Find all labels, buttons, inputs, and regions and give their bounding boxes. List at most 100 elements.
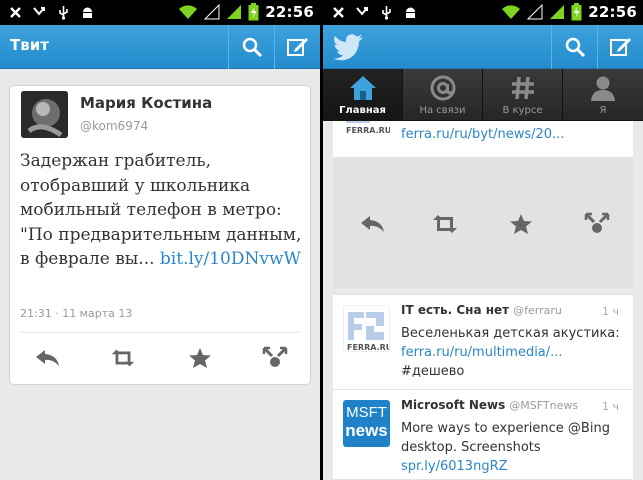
timeline-tweet[interactable]: FERRA.RU IT есть. Сна нет @ferraru 1 ч Ве… [333, 294, 633, 390]
tweet-hashtag[interactable]: #дешево [401, 362, 629, 381]
tab-label: Я [599, 105, 607, 116]
retweet-button[interactable] [430, 210, 460, 238]
share-icon [262, 346, 288, 367]
person-icon [591, 76, 615, 101]
reply-button[interactable] [34, 344, 62, 372]
usb-icon [59, 6, 68, 20]
tab-label: Главная [339, 105, 386, 116]
twitter-logo[interactable] [333, 33, 365, 65]
tab-home[interactable]: Главная [323, 69, 403, 121]
reply-button[interactable] [359, 210, 387, 238]
author-handle: @ferraru [513, 304, 562, 317]
close-notification-icon [333, 7, 344, 18]
twitter-bird-icon [333, 34, 363, 61]
tweet-detail-card: Мария Костина @kom6974 Задержан грабител… [9, 85, 311, 385]
tweet-time: 1 ч [602, 400, 619, 413]
tweet-author[interactable]: IT есть. Сна нет @ferraru [401, 303, 562, 317]
ferra-avatar[interactable]: FERRA.RU [343, 305, 390, 352]
home-icon [349, 76, 376, 100]
retweet-button[interactable] [109, 344, 137, 372]
tweet-body: More ways to experience @Bing desktop. S… [401, 421, 610, 455]
share-button[interactable] [261, 344, 289, 372]
ferra-logo-icon: FERRA.RU [344, 306, 390, 352]
clock: 22:56 [588, 3, 637, 21]
tweet-link[interactable]: spr.ly/6013ngRZ [401, 457, 629, 476]
wifi-icon [502, 5, 521, 19]
reply-icon [361, 216, 384, 232]
search-button[interactable] [551, 25, 597, 69]
screen-title: Твит [10, 36, 49, 54]
tweet-text: ferra.ru/ru/byt/news/20... [401, 125, 629, 144]
signal-icon [550, 5, 565, 19]
tab-discover[interactable]: В курсе [483, 69, 563, 121]
tab-label: На связи [419, 105, 466, 116]
author-name[interactable]: Мария Костина [80, 94, 212, 112]
android-debug-icon [406, 7, 415, 18]
msft-avatar-line2: news [345, 421, 388, 440]
missed-call-icon [33, 7, 45, 16]
favorite-button[interactable] [186, 344, 214, 372]
share-button[interactable] [583, 210, 611, 238]
signal-icon [227, 5, 242, 19]
action-bar: Твит [0, 25, 320, 69]
signal-empty-icon [527, 4, 543, 20]
star-icon [510, 214, 532, 234]
author-handle[interactable]: @kom6974 [80, 119, 148, 133]
status-bar: 22:56 [323, 0, 643, 25]
avatar-image [21, 91, 68, 138]
reply-icon [36, 350, 59, 366]
author-name: IT есть. Сна нет [401, 303, 510, 317]
ferra-logo-text: FERRA.RU [346, 126, 390, 135]
ferra-logo-text: FERRA.RU [347, 343, 390, 352]
tweet-time: 1 ч [602, 305, 619, 318]
tab-me[interactable]: Я [563, 69, 643, 121]
tab-bar: Главная На связи В курсе Я [323, 69, 643, 121]
share-icon [584, 212, 610, 233]
compose-button[interactable] [274, 25, 320, 69]
favorite-button[interactable] [507, 210, 535, 238]
msft-avatar[interactable]: MSFT news [343, 400, 390, 447]
android-debug-icon [83, 7, 92, 18]
tab-label: В курсе [502, 105, 543, 116]
search-icon [242, 37, 262, 58]
search-icon [565, 37, 585, 58]
status-bar: 22:56 [0, 0, 320, 25]
battery-icon [571, 3, 582, 21]
tweet-timestamp: 21:31 · 11 марта 13 [20, 307, 133, 320]
hash-icon [511, 76, 534, 100]
retweet-icon [111, 349, 135, 367]
right-screen: 22:56 FERRA.RU ferra.ru/ru/byt/news/20..… [323, 0, 643, 480]
tab-connect[interactable]: На связи [403, 69, 483, 121]
missed-call-icon [356, 7, 368, 16]
author-avatar[interactable] [21, 91, 68, 138]
tweet-author[interactable]: Microsoft News @MSFTnews [401, 398, 578, 412]
signal-empty-icon [204, 4, 220, 20]
star-icon [189, 348, 211, 368]
search-button[interactable] [228, 25, 274, 69]
tweet-link[interactable]: bit.ly/10DNvwW [160, 249, 301, 269]
tweet-text: More ways to experience @Bing desktop. S… [401, 419, 629, 476]
timeline-tweet[interactable]: MSFT news Microsoft News @MSFTnews 1 ч Mo… [333, 390, 633, 480]
tweet-body: Веселенькая детская акустика: [401, 326, 620, 341]
tweet-link[interactable]: ferra.ru/ru/multimedia/... [401, 343, 629, 362]
author-name: Microsoft News [401, 398, 506, 412]
compose-button[interactable] [597, 25, 643, 69]
msft-avatar-line1: MSFT [346, 404, 387, 421]
compose-icon [286, 38, 308, 56]
close-notification-icon [10, 7, 21, 18]
left-screen: 22:56 Твит Мария Костина @kom6974 Задерж… [0, 0, 320, 480]
wifi-icon [179, 5, 198, 19]
retweet-icon [433, 215, 457, 233]
tweet-text: Веселенькая детская акустика: ferra.ru/r… [401, 324, 629, 381]
at-icon [430, 75, 455, 101]
usb-icon [382, 6, 391, 20]
author-handle: @MSFTnews [509, 399, 579, 412]
action-bar [323, 25, 643, 69]
divider [20, 332, 300, 333]
timeline-tweet[interactable]: FERRA.RU ferra.ru/ru/byt/news/20... [333, 107, 633, 158]
tweet-link[interactable]: ferra.ru/ru/byt/news/20... [401, 127, 564, 142]
battery-icon [248, 3, 259, 21]
tweet-actions [10, 344, 310, 372]
clock: 22:56 [265, 3, 314, 21]
expanded-tweet-actions [333, 158, 633, 288]
